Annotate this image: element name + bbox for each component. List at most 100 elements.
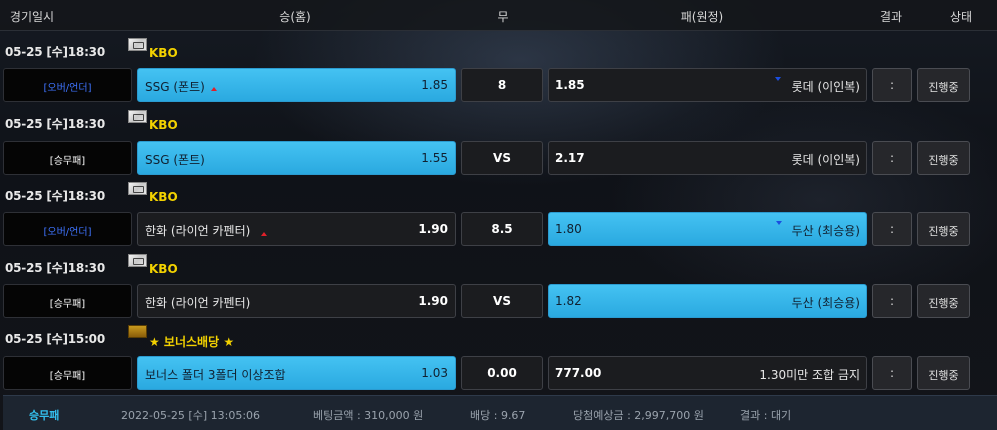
draw-odds-button[interactable]: 0.00 [461, 356, 543, 390]
score-value: : [889, 366, 895, 380]
draw-value: VS [493, 294, 511, 308]
away-team-name: 두산 (최승용) [791, 296, 860, 310]
home-odds-button[interactable]: SSG (폰트) 1.55 [137, 141, 456, 175]
draw-odds-button[interactable]: 8 [461, 68, 543, 102]
score-cell: : [872, 284, 912, 318]
status-badge: 진행중 [917, 141, 970, 175]
bet-type-cell: [승무패] [3, 356, 132, 390]
header-result: 결과 [879, 10, 903, 24]
away-odds-button[interactable]: 1.85 롯데 (이인복) [548, 68, 867, 102]
away-team-name: 롯데 (이인복) [791, 80, 860, 94]
status-label: 진행중 [928, 81, 959, 94]
footer-bet-amount: 베팅금액 : 310,000 원 [313, 409, 424, 422]
under-arrow-icon [775, 77, 781, 81]
game-date-row: 05-25 [수]15:00 ★ 보너스배당 ★ [0, 323, 997, 349]
score-value: : [889, 294, 895, 308]
home-team-name: SSG (폰트) [145, 153, 205, 167]
league-name: KBO [149, 262, 178, 276]
game-datetime: 05-25 [수]18:30 [5, 45, 105, 59]
game-datetime: 05-25 [수]15:00 [5, 332, 105, 346]
away-odds-button[interactable]: 1.82 두산 (최승용) [548, 284, 867, 318]
home-team-name: 보너스 폴더 3폴더 이상조합 [145, 368, 286, 382]
league-name: KBO [149, 46, 178, 60]
header-status: 상태 [949, 10, 973, 24]
status-label: 진행중 [928, 369, 959, 382]
footer-expected-win: 당첨예상금 : 2,997,700 원 [573, 409, 704, 422]
home-odds: 1.55 [421, 151, 448, 165]
score-cell: : [872, 212, 912, 246]
bet-row: [오버/언더] 한화 (라이언 카펜터) 1.90 8.5 1.80 두산 (최… [0, 212, 997, 246]
game-datetime: 05-25 [수]18:30 [5, 117, 105, 131]
home-odds: 1.85 [421, 78, 448, 92]
draw-value: VS [493, 151, 511, 165]
draw-value: 0.00 [487, 366, 517, 380]
bet-type-cell: [오버/언더] [3, 68, 132, 102]
score-value: : [889, 78, 895, 92]
bet-type-cell: [오버/언더] [3, 212, 132, 246]
korea-flag-icon [128, 182, 147, 195]
home-odds-button[interactable]: SSG (폰트) 1.85 [137, 68, 456, 102]
home-odds: 1.90 [418, 294, 448, 308]
bet-row: [승무패] SSG (폰트) 1.55 VS 2.17 롯데 (이인복) : 진… [0, 141, 997, 175]
away-team-name: 롯데 (이인복) [791, 153, 860, 167]
header-draw: 무 [497, 10, 509, 24]
bet-type-label: [승무패] [49, 371, 86, 382]
game-date-row: 05-25 [수]18:30 KBO [0, 108, 997, 134]
game-date-row: 05-25 [수]18:30 KBO [0, 252, 997, 278]
bet-row: [오버/언더] SSG (폰트) 1.85 8 1.85 롯데 (이인복) : … [0, 68, 997, 102]
away-odds-button[interactable]: 777.00 1.30미만 조합 금지 [548, 356, 867, 390]
score-value: : [889, 222, 895, 236]
away-odds-button[interactable]: 1.80 두산 (최승용) [548, 212, 867, 246]
draw-odds-button[interactable]: VS [461, 141, 543, 175]
table-header: 경기일시 승(홈) 무 패(원정) 결과 상태 [0, 0, 997, 31]
bet-type-cell: [승무패] [3, 284, 132, 318]
bet-summary-footer: 승무패 2022-05-25 [수] 13:05:06 베팅금액 : 310,0… [3, 395, 997, 430]
home-team-name: SSG (폰트) [145, 80, 205, 94]
over-arrow-icon [211, 87, 217, 91]
footer-datetime: 2022-05-25 [수] 13:05:06 [121, 409, 261, 422]
home-odds-button[interactable]: 한화 (라이언 카펜터) 1.90 [137, 212, 456, 246]
header-date: 경기일시 [9, 10, 55, 24]
score-cell: : [872, 141, 912, 175]
under-arrow-icon [776, 221, 782, 225]
status-badge: 진행중 [917, 68, 970, 102]
home-odds-button[interactable]: 보너스 폴더 3폴더 이상조합 1.03 [137, 356, 456, 390]
header-home: 승(홈) [279, 10, 311, 24]
draw-value: 8 [497, 78, 507, 92]
bet-type-label: [오버/언더] [43, 227, 92, 238]
away-team-name: 두산 (최승용) [791, 224, 860, 238]
over-arrow-icon [261, 232, 267, 236]
game-datetime: 05-25 [수]18:30 [5, 261, 105, 275]
away-odds: 2.17 [555, 151, 585, 165]
draw-value: 8.5 [491, 222, 513, 236]
korea-flag-icon [128, 110, 147, 123]
bet-type-label: [승무패] [49, 299, 86, 310]
status-label: 진행중 [928, 154, 959, 167]
league-name: ★ 보너스배당 ★ [149, 335, 235, 349]
away-odds: 1.82 [555, 294, 582, 308]
korea-flag-icon [128, 254, 147, 267]
status-badge: 진행중 [917, 212, 970, 246]
header-away: 패(원정) [680, 10, 724, 24]
away-odds: 1.80 [555, 222, 582, 236]
bet-row: [승무패] 보너스 폴더 3폴더 이상조합 1.03 0.00 777.00 1… [0, 356, 997, 390]
draw-odds-button[interactable]: VS [461, 284, 543, 318]
status-badge: 진행중 [917, 356, 970, 390]
league-name: KBO [149, 118, 178, 132]
footer-result: 결과 : 대기 [740, 409, 792, 422]
draw-odds-button[interactable]: 8.5 [461, 212, 543, 246]
bet-row: [승무패] 한화 (라이언 카펜터) 1.90 VS 1.82 두산 (최승용)… [0, 284, 997, 318]
league-name: KBO [149, 190, 178, 204]
bonus-icon [128, 325, 147, 338]
status-badge: 진행중 [917, 284, 970, 318]
bet-type-label: [승무패] [49, 156, 86, 167]
away-odds: 777.00 [555, 366, 602, 380]
bet-type-label: [오버/언더] [43, 83, 92, 94]
game-date-row: 05-25 [수]18:30 KBO [0, 180, 997, 206]
away-odds: 1.85 [555, 78, 585, 92]
home-odds-button[interactable]: 한화 (라이언 카펜터) 1.90 [137, 284, 456, 318]
game-date-row: 05-25 [수]18:30 KBO [0, 36, 997, 62]
bet-type-cell: [승무패] [3, 141, 132, 175]
away-odds-button[interactable]: 2.17 롯데 (이인복) [548, 141, 867, 175]
footer-odds: 배당 : 9.67 [470, 409, 526, 422]
